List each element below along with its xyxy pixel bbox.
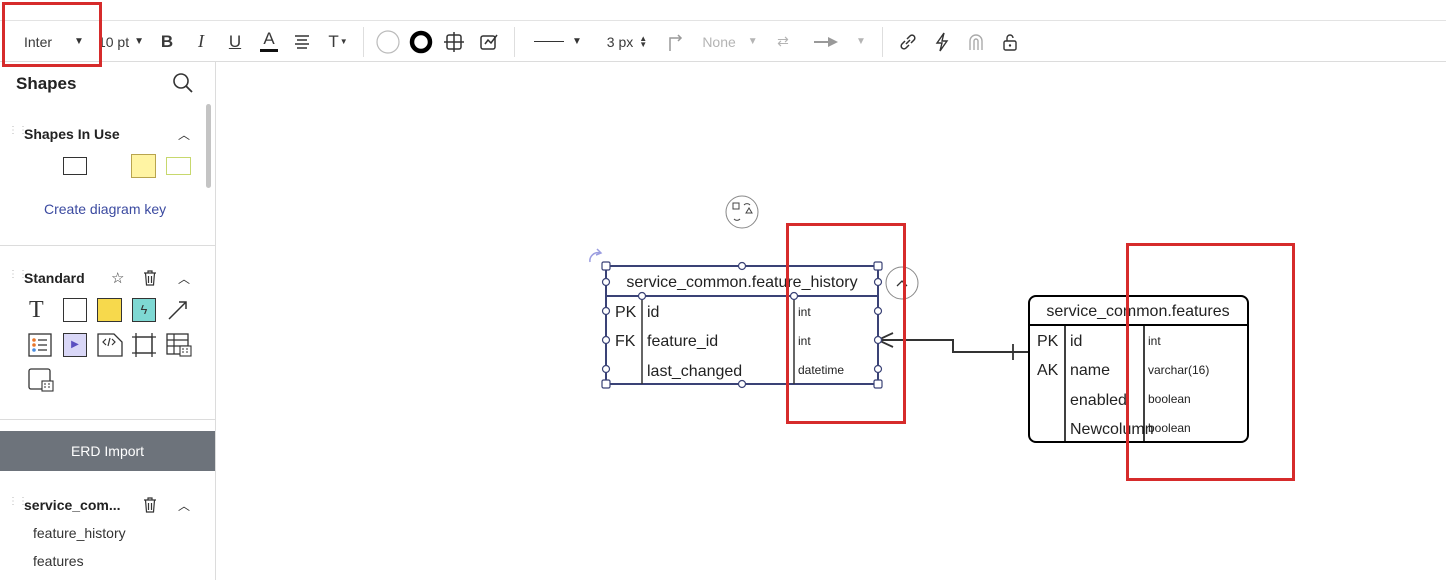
italic-icon[interactable]: I (191, 21, 211, 62)
underline-icon[interactable]: U (225, 21, 245, 62)
key-cell: AK (1037, 362, 1059, 379)
erd-import-button[interactable]: ERD Import (0, 431, 215, 471)
field-name-cell: id (1070, 333, 1082, 350)
arrow-end-select[interactable]: ▼ (806, 21, 872, 62)
library-item[interactable]: feature_history (33, 525, 126, 541)
library-item[interactable]: features (33, 553, 84, 569)
shapes-panel: Shapes ⋮⋮ Shapes In Use ︿ Create diagram… (0, 62, 216, 580)
field-name-cell: enabled (1070, 392, 1127, 409)
field-name-cell: id (647, 304, 659, 321)
code-block-icon[interactable] (97, 333, 123, 362)
format-toolbar: Inter ▼ 10 pt ▼ B I U A T ▼ ▼ 3 px ▲ ▼ Non (0, 20, 1446, 62)
style-icon[interactable] (476, 21, 502, 62)
drag-handle-icon[interactable]: ⋮⋮ (8, 126, 28, 141)
text-shape-icon[interactable]: T (29, 298, 44, 322)
lightning-icon[interactable] (930, 21, 954, 62)
section-divider (0, 419, 215, 420)
highlight-box-types-2 (1126, 243, 1295, 481)
drag-handle-icon[interactable]: ⋮⋮ (8, 270, 28, 285)
shape-rectangle-icon[interactable] (63, 157, 87, 175)
star-icon[interactable]: ☆ (111, 269, 124, 287)
highlight-box-types-1 (786, 223, 906, 424)
lock-icon[interactable] (998, 21, 1022, 62)
calculator-shape-icon[interactable] (28, 368, 54, 397)
line-corner-icon[interactable] (664, 21, 686, 62)
field-name-cell: feature_id (647, 333, 718, 350)
drag-handle-icon[interactable]: ⋮⋮ (8, 497, 28, 512)
toolbar-divider (514, 27, 515, 57)
key-cell: PK (615, 304, 637, 321)
chevron-down-icon: ▼ (856, 36, 866, 47)
section-title-shapes-in-use: Shapes In Use (24, 126, 120, 142)
chevron-down-icon: ▼ (747, 36, 758, 47)
arrow-start-select[interactable]: None ▼ (697, 21, 763, 62)
trash-icon[interactable] (143, 497, 157, 518)
text-color-icon[interactable]: A (258, 21, 280, 62)
toolbar-divider (363, 27, 364, 57)
arrow-start-value: None (702, 33, 736, 50)
shape-swap-icon[interactable] (725, 195, 759, 229)
shape-options-icon[interactable] (441, 21, 467, 62)
font-size-value: 10 pt (97, 33, 130, 50)
text-options-icon[interactable]: T ▼ (325, 21, 351, 62)
section-divider (0, 245, 215, 246)
field-name-cell: name (1070, 362, 1110, 379)
key-cell: FK (615, 333, 636, 350)
search-icon[interactable] (172, 72, 194, 99)
sticky-note-icon[interactable] (97, 298, 122, 322)
key-cell: PK (1037, 333, 1059, 350)
line-width-value: 3 px (606, 33, 634, 50)
chevron-up-icon[interactable]: ︿ (178, 126, 190, 143)
chevron-up-icon[interactable]: ︿ (178, 270, 190, 287)
arrow-line-icon[interactable] (167, 299, 189, 326)
swap-arrows-icon[interactable]: ⇄ (771, 21, 795, 62)
table-shape-icon[interactable] (166, 333, 192, 362)
link-icon[interactable] (896, 21, 920, 62)
section-title-standard: Standard (24, 270, 85, 286)
bold-icon[interactable]: B (157, 21, 177, 62)
highlight-box-font (2, 2, 102, 67)
font-size-select[interactable]: 10 pt ▼ (96, 21, 146, 62)
create-diagram-key-link[interactable]: Create diagram key (44, 201, 166, 217)
shape-block-icon[interactable] (166, 157, 191, 175)
section-title-library: service_com... (24, 497, 121, 513)
list-shape-icon[interactable] (28, 333, 52, 362)
line-width-stepper[interactable]: 3 px ▲ ▼ (600, 21, 654, 62)
panel-scrollbar[interactable] (206, 104, 211, 188)
panel-title: Shapes (16, 74, 77, 93)
line-style-select[interactable]: ▼ (530, 21, 586, 62)
frame-shape-icon[interactable] (132, 333, 156, 362)
video-shape-icon[interactable]: ▶ (63, 333, 87, 357)
chevron-up-icon[interactable]: ︿ (178, 497, 190, 514)
field-name-cell: last_changed (647, 363, 742, 380)
trash-icon[interactable] (143, 270, 157, 291)
action-shape-icon[interactable]: ϟ (132, 298, 156, 322)
stepper-icon: ▲ ▼ (639, 33, 648, 49)
toolbar-divider (882, 27, 883, 57)
align-center-icon[interactable] (291, 21, 313, 62)
line-color-icon[interactable] (407, 21, 435, 62)
magnet-icon[interactable] (964, 21, 988, 62)
shape-note-icon[interactable] (131, 154, 156, 178)
fill-color-icon[interactable] (374, 21, 402, 62)
chevron-down-icon: ▼ (572, 36, 582, 47)
chevron-down-icon: ▼ (134, 36, 145, 47)
rectangle-shape-icon[interactable] (63, 298, 87, 322)
